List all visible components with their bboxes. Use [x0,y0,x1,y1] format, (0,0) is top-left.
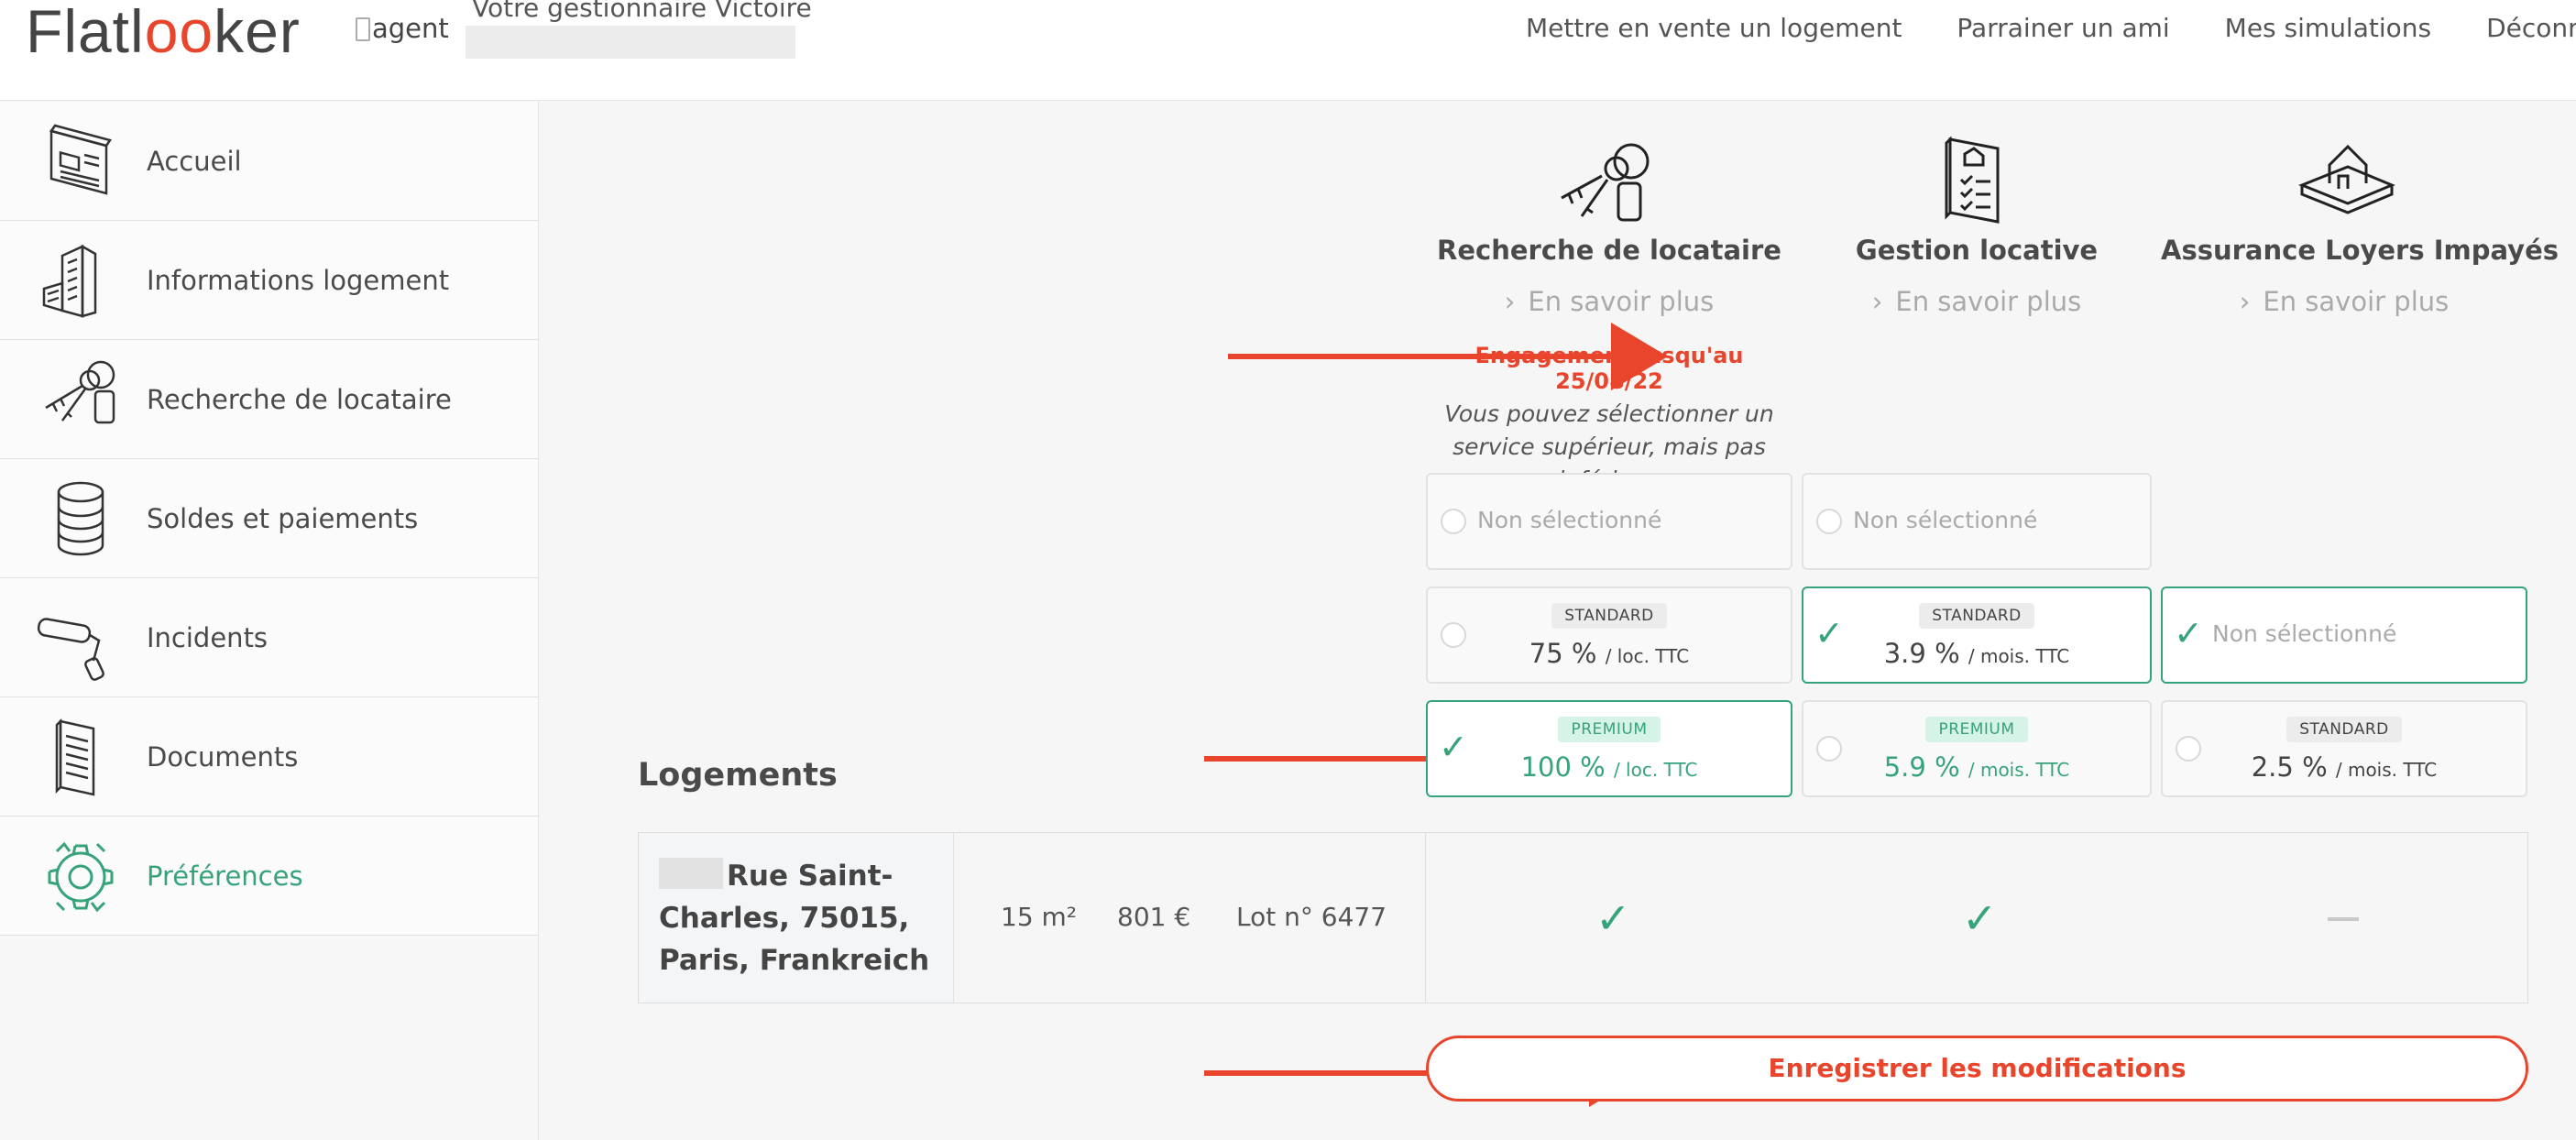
insurance-house-icon [2297,144,2395,214]
sidebar-item-soldes-paiements[interactable]: Soldes et paiements [0,459,538,578]
sidebar-item-accueil[interactable]: Accueil [0,102,538,221]
option-tenant-search-premium[interactable]: ✓ PREMIUM 100 % / loc. TTC [1426,700,1792,797]
broken-image-icon [356,17,370,41]
manager-contact-redacted [466,26,795,59]
tenant-search-active-icon: ✓ [1595,893,1631,943]
sidebar-item-label: Préférences [147,860,303,892]
price-value: 75 % / loc. TTC [1529,638,1690,669]
agent-avatar: agent [356,13,449,44]
nav-sell-property[interactable]: Mettre en vente un logement [1526,13,1902,43]
nav-logout[interactable]: Déconnexio [2486,13,2576,43]
nav-refer-friend[interactable]: Parrainer un ami [1957,13,2169,43]
property-rent: 801 € [1117,902,1191,932]
paint-roller-icon [37,618,104,681]
learn-more-link[interactable]: › En savoir plus [1802,286,2152,317]
premium-badge: PREMIUM [1925,717,2028,742]
sidebar-item-preferences[interactable]: Préférences [0,817,538,936]
dashboard-icon [49,124,113,195]
gear-icon [48,841,114,913]
logements-heading: Logements [638,757,838,794]
rental-management-active-icon: ✓ [1962,893,1998,943]
price-value: 100 % / loc. TTC [1520,751,1698,783]
sidebar-item-label: Documents [147,740,299,773]
standard-badge: STANDARD [1551,603,1667,629]
checkmark-icon[interactable]: ✓ [2174,615,2203,652]
sidebar-item-incidents[interactable]: Incidents [0,578,538,697]
sidebar-item-label: Informations logement [147,264,450,296]
manager-name: Votre gestionnaire Victoire [472,0,812,23]
logement-row: Rue Saint-Charles, 75015, Paris, Frankre… [638,832,2528,1003]
option-rental-management-none[interactable]: Non sélectionné [1802,473,2152,570]
flatlooker-logo[interactable]: Flatlooker [26,0,301,68]
chevron-right-icon: › [1871,286,1883,317]
price-value: 2.5 % / mois. TTC [2251,751,2438,783]
save-changes-button[interactable]: Enregistrer les modifications [1426,1036,2528,1102]
option-tenant-search-none[interactable]: Non sélectionné [1426,473,1792,570]
keys-icon [1561,143,1650,222]
option-insurance-standard[interactable]: STANDARD 2.5 % / mois. TTC [2161,700,2527,797]
document-icon [55,718,95,796]
option-rental-management-premium[interactable]: PREMIUM 5.9 % / mois. TTC [1802,700,2152,797]
learn-more-link[interactable]: › En savoir plus [2161,286,2527,317]
property-lot: Lot n° 6477 [1236,902,1387,932]
top-header: Flatlooker agent Votre gestionnaire Vict… [0,0,2576,101]
service-tenant-search: Recherche de locataire › En savoir plus [1426,235,1792,317]
annotation-arrow [1228,323,1668,390]
sidebar-item-label: Soldes et paiements [147,502,419,534]
option-insurance-none[interactable]: ✓ Non sélectionné [2161,586,2527,684]
top-nav: Mettre en vente un logement Parrainer un… [1526,13,2576,43]
redacted-street-number [659,858,723,889]
sidebar-item-informations-logement[interactable]: Informations logement [0,221,538,340]
sidebar-item-recherche-locataire[interactable]: Recherche de locataire [0,340,538,459]
radio-button[interactable] [1816,509,1842,534]
rental-management-icon [1945,136,2000,224]
chevron-right-icon: › [1504,286,1516,317]
column-divider [1425,833,1426,1003]
sidebar-item-label: Accueil [147,145,242,177]
standard-badge: STANDARD [1919,603,2034,629]
option-tenant-search-standard[interactable]: STANDARD 75 % / loc. TTC [1426,586,1792,684]
radio-button[interactable] [1441,509,1466,534]
sidebar-item-label: Incidents [147,621,269,653]
keys-icon [45,360,115,424]
property-address[interactable]: Rue Saint-Charles, 75015, Paris, Frankre… [639,833,954,1003]
premium-badge: PREMIUM [1558,717,1661,742]
service-unpaid-rent-insurance: Assurance Loyers Impayés › En savoir plus [2161,235,2559,317]
sidebar-item-documents[interactable]: Documents [0,697,538,817]
property-surface: 15 m² [1001,902,1078,932]
standard-badge: STANDARD [2286,717,2402,742]
insurance-inactive-icon [2328,917,2359,921]
nav-simulations[interactable]: Mes simulations [2225,13,2431,43]
price-value: 3.9 % / mois. TTC [1883,638,2070,669]
chevron-right-icon: › [2239,286,2251,317]
option-rental-management-standard[interactable]: ✓ STANDARD 3.9 % / mois. TTC [1802,586,2152,684]
coins-icon [57,481,104,556]
price-value: 5.9 % / mois. TTC [1883,751,2070,783]
sidebar: Accueil Informations logement Recherche … [0,102,539,1140]
learn-more-link[interactable]: › En savoir plus [1426,286,1792,317]
building-icon [42,244,97,318]
service-rental-management: Gestion locative › En savoir plus [1802,235,2152,317]
sidebar-item-label: Recherche de locataire [147,383,452,415]
